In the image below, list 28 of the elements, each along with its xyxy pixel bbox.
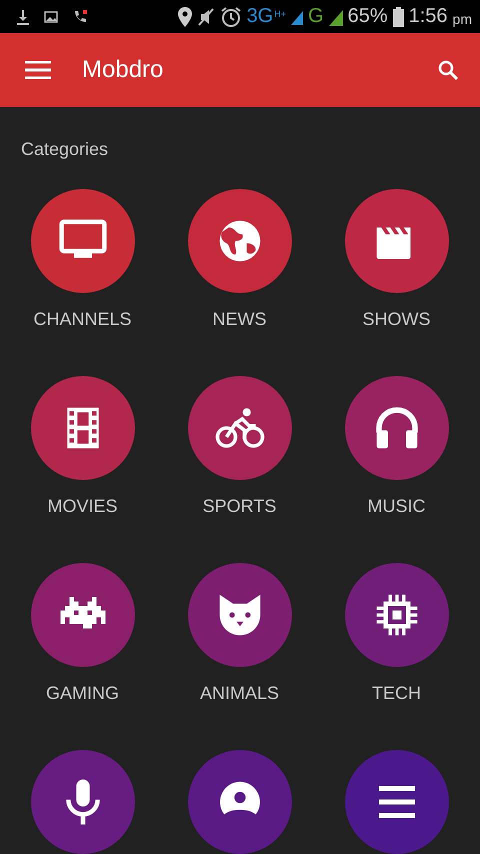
signal-icon <box>328 8 343 26</box>
section-title: Categories <box>20 138 110 161</box>
signal-icon <box>291 8 304 24</box>
location-pin-icon <box>178 6 192 26</box>
app-title: Mobdro <box>82 56 164 84</box>
category-label: TECH <box>372 683 421 704</box>
network-superscript: H+ <box>274 9 286 19</box>
category-label: SHOWS <box>362 309 430 330</box>
mute-icon <box>196 6 215 26</box>
clock-suffix: pm <box>452 10 472 26</box>
battery-percent: 65% <box>348 5 388 28</box>
category-label: MUSIC <box>368 496 426 517</box>
phone-icon <box>72 8 88 24</box>
category-label: ANIMALS <box>200 683 280 704</box>
clock-time: 1:56 <box>408 5 448 28</box>
category-label: NEWS <box>212 309 266 330</box>
menu-icon <box>25 61 51 79</box>
category-label: MOVIES <box>47 496 118 517</box>
network-type: 3G <box>246 5 274 28</box>
category-label: GAMING <box>46 683 119 704</box>
alarm-clock-icon <box>220 6 242 28</box>
battery-icon <box>392 6 404 26</box>
image-icon <box>44 10 58 22</box>
search-icon <box>438 60 458 80</box>
category-label: SPORTS <box>202 496 276 517</box>
network-type: G <box>308 5 324 28</box>
category-label: CHANNELS <box>33 309 132 330</box>
download-icon <box>16 8 30 24</box>
